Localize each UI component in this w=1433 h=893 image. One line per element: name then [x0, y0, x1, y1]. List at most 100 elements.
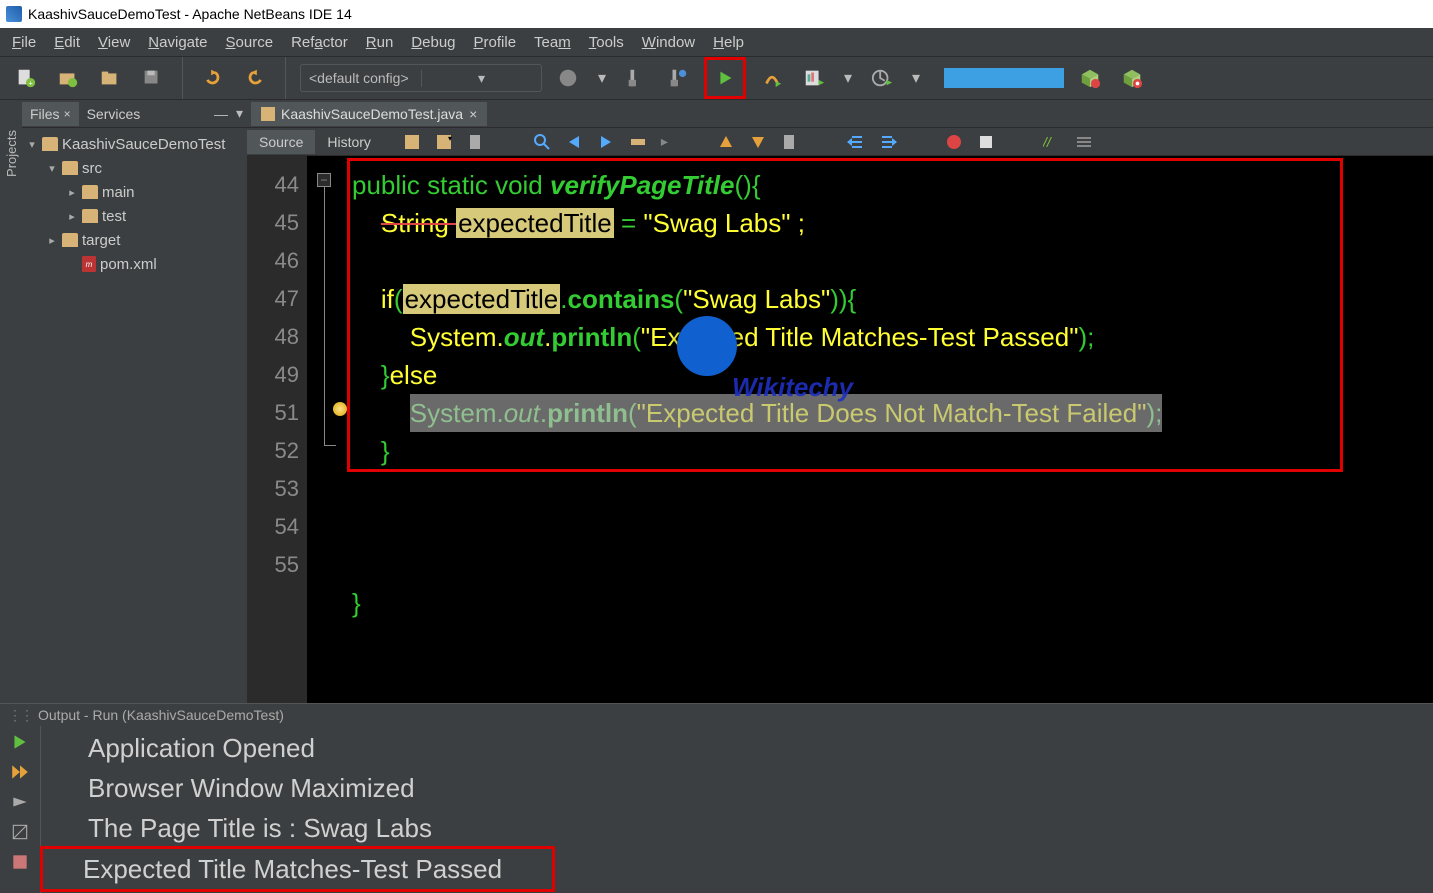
menu-file[interactable]: File: [4, 34, 44, 51]
menu-profile[interactable]: Profile: [466, 34, 525, 51]
tree-node-test[interactable]: ▸test: [22, 204, 247, 228]
toggle-bookmark-icon[interactable]: [781, 133, 799, 151]
rerun-icon[interactable]: [10, 732, 30, 752]
shift-left-icon[interactable]: [847, 133, 865, 151]
history-tab[interactable]: History: [315, 130, 383, 154]
hint-bulb-icon[interactable]: [333, 402, 347, 416]
close-icon[interactable]: ×: [64, 107, 71, 121]
tree-node-root[interactable]: ▾KaashivSauceDemoTest: [22, 132, 247, 156]
prev-bookmark-icon[interactable]: [717, 133, 735, 151]
open-project-button[interactable]: [94, 62, 126, 94]
menu-run[interactable]: Run: [358, 34, 402, 51]
output-toolbar: [0, 726, 40, 893]
fold-column: −: [307, 156, 347, 703]
clean-build-button[interactable]: [620, 62, 652, 94]
close-icon[interactable]: ×: [469, 106, 477, 122]
source-tab[interactable]: Source: [247, 130, 315, 154]
stop-icon[interactable]: [10, 852, 30, 872]
tree-node-pom[interactable]: ▸mpom.xml: [22, 252, 247, 276]
toolbar-separator: [182, 57, 183, 99]
redo-button[interactable]: [239, 62, 271, 94]
find-icon[interactable]: [533, 133, 551, 151]
tree-node-main[interactable]: ▸main: [22, 180, 247, 204]
menu-debug[interactable]: Debug: [403, 34, 463, 51]
profile-button[interactable]: [798, 62, 830, 94]
next-bookmark-icon[interactable]: [749, 133, 767, 151]
menu-navigate[interactable]: Navigate: [140, 34, 215, 51]
main-area: Projects Files× Services — ▾ ▾KaashivSau…: [0, 100, 1433, 703]
run-button[interactable]: [709, 62, 741, 94]
code-editor[interactable]: 44 45 46 47 48 49 51 52 53 54 55 56 −: [247, 156, 1433, 703]
menu-help[interactable]: Help: [705, 34, 752, 51]
editor-toolbar: ▾ ▸ //: [403, 133, 1093, 151]
grip-icon: ⋮⋮: [8, 707, 32, 724]
macro-record-icon[interactable]: [945, 133, 963, 151]
clean-build-button2[interactable]: [662, 62, 694, 94]
output-text[interactable]: Application Opened Browser Window Maximi…: [80, 726, 1433, 893]
menu-bar: File Edit View Navigate Source Refactor …: [0, 28, 1433, 56]
new-project-button[interactable]: [52, 62, 84, 94]
editor-tab-file[interactable]: KaashivSauceDemoTest.java ×: [251, 102, 487, 126]
cube-icon-1[interactable]: [1074, 62, 1106, 94]
profile-attach-button[interactable]: [866, 62, 898, 94]
comment-icon[interactable]: //: [1043, 133, 1061, 151]
config-selected: <default config>: [301, 70, 421, 86]
config-selector[interactable]: <default config> ▾: [300, 64, 542, 92]
code-line: [347, 470, 1433, 508]
uncomment-icon[interactable]: [1075, 133, 1093, 151]
new-file-button[interactable]: +: [10, 62, 42, 94]
svg-text:+: +: [28, 78, 32, 87]
output-line: The Page Title is : Swag Labs: [88, 808, 1425, 848]
settings-icon[interactable]: [10, 822, 30, 842]
cursor-highlight-circle: [677, 316, 737, 376]
services-tab[interactable]: Services: [79, 102, 149, 126]
profile-attach-dropdown[interactable]: ▾: [908, 62, 924, 94]
nav-back-icon[interactable]: [403, 133, 421, 151]
file-tree[interactable]: ▾KaashivSauceDemoTest ▾src ▸main ▸test ▸…: [22, 128, 247, 703]
build-dropdown[interactable]: ▾: [594, 62, 610, 94]
run-button-highlight: [704, 57, 746, 99]
menu-team[interactable]: Team: [526, 34, 579, 51]
nav-fwd-icon[interactable]: ▾: [435, 133, 453, 151]
menu-refactor[interactable]: Refactor: [283, 34, 356, 51]
profile-dropdown[interactable]: ▾: [840, 62, 856, 94]
macro-stop-icon[interactable]: [977, 133, 995, 151]
prev-occurrence-icon[interactable]: [565, 133, 583, 151]
toolbar-separator: [285, 57, 286, 99]
nav-file-icon[interactable]: [467, 133, 485, 151]
menu-icon[interactable]: ▾: [232, 105, 247, 122]
save-all-button[interactable]: [136, 62, 168, 94]
output-line: Browser Window Maximized: [88, 768, 1425, 808]
build-button[interactable]: [552, 62, 584, 94]
cube-icon-2[interactable]: [1116, 62, 1148, 94]
next-occurrence-icon[interactable]: [597, 133, 615, 151]
projects-tab-vertical[interactable]: Projects: [4, 130, 19, 177]
debug-button[interactable]: [756, 62, 788, 94]
main-toolbar: + <default config> ▾ ▾ ▾ ▾: [0, 56, 1433, 100]
highlight-icon[interactable]: [629, 133, 647, 151]
output-header[interactable]: ⋮⋮ Output - Run (KaashivSauceDemoTest): [0, 704, 1433, 726]
rerun-fast-icon[interactable]: [10, 762, 30, 782]
folder-icon: [62, 233, 78, 247]
menu-edit[interactable]: Edit: [46, 34, 88, 51]
window-titlebar: KaashivSauceDemoTest - Apache NetBeans I…: [0, 0, 1433, 28]
menu-tools[interactable]: Tools: [581, 34, 632, 51]
menu-view[interactable]: View: [90, 34, 138, 51]
java-file-icon: [261, 107, 275, 121]
menu-source[interactable]: Source: [218, 34, 282, 51]
folder-icon: [82, 209, 98, 223]
svg-text://: //: [1043, 134, 1053, 150]
next-error-icon[interactable]: [10, 792, 30, 812]
fold-toggle-icon[interactable]: −: [317, 173, 331, 187]
undo-button[interactable]: [197, 62, 229, 94]
files-tab[interactable]: Files×: [22, 102, 79, 126]
folder-icon: [62, 161, 78, 175]
folder-icon: [42, 137, 58, 151]
tree-node-target[interactable]: ▸target: [22, 228, 247, 252]
navigator-panel: Files× Services — ▾ ▾KaashivSauceDemoTes…: [22, 100, 247, 703]
code-body[interactable]: public static void verifyPageTitle(){ St…: [347, 156, 1433, 703]
tree-node-src[interactable]: ▾src: [22, 156, 247, 180]
menu-window[interactable]: Window: [634, 34, 703, 51]
minimize-icon[interactable]: —: [210, 106, 232, 122]
shift-right-icon[interactable]: [879, 133, 897, 151]
